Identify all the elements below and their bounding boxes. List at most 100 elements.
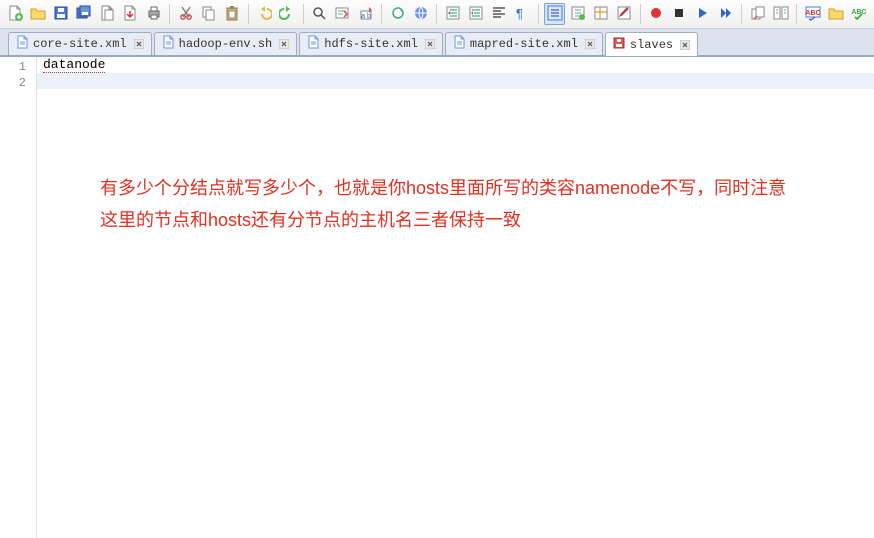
toggle-whitespace-icon: [570, 5, 586, 24]
tab-label: core-site.xml: [33, 37, 127, 51]
redo-icon: [279, 5, 295, 24]
cut-button[interactable]: [175, 3, 196, 25]
code-line[interactable]: [37, 73, 874, 89]
record-macro-button[interactable]: [646, 3, 667, 25]
save-all-icon: [76, 5, 92, 24]
tab-hdfs-site-xml[interactable]: hdfs-site.xml: [299, 32, 443, 55]
list-button[interactable]: [544, 3, 565, 25]
copy-file-button[interactable]: [97, 3, 118, 25]
goto-button[interactable]: [332, 3, 353, 25]
tab-core-site-xml[interactable]: core-site.xml: [8, 32, 152, 55]
play-fast-icon: [718, 5, 734, 24]
tab-close-icon[interactable]: [584, 38, 596, 50]
tab-mapred-site-xml[interactable]: mapred-site.xml: [445, 32, 603, 55]
edit-flag-button[interactable]: [613, 3, 634, 25]
record-macro-icon: [648, 5, 664, 24]
duplicate-button[interactable]: [747, 3, 768, 25]
print-icon: [146, 5, 162, 24]
svg-text:¶: ¶: [516, 6, 523, 21]
indent-button[interactable]: [466, 3, 487, 25]
spellcheck-button[interactable]: ABC: [802, 3, 823, 25]
open-file-icon: [30, 5, 46, 24]
toggle-bookmark-button[interactable]: a b: [355, 3, 376, 25]
toggle-bookmark-icon: a b: [358, 5, 374, 24]
code-content[interactable]: datanode: [37, 57, 874, 538]
outdent-button[interactable]: [442, 3, 463, 25]
play-macro-button[interactable]: [692, 3, 713, 25]
undo-button[interactable]: [253, 3, 274, 25]
paste-icon: [224, 5, 240, 24]
cut-icon: [178, 5, 194, 24]
copy-file-icon: [99, 5, 115, 24]
tab-label: hdfs-site.xml: [324, 37, 418, 51]
svg-text:ABC: ABC: [852, 9, 867, 16]
play-macro-icon: [694, 5, 710, 24]
refresh-icon: [390, 5, 406, 24]
toggle-grid-button[interactable]: [590, 3, 611, 25]
annotation-overlay: 有多少个分结点就写多少个，也就是你hosts里面所写的类容namenode不写，…: [100, 172, 800, 237]
tab-close-icon[interactable]: [679, 39, 691, 51]
new-file-icon: [7, 5, 23, 24]
save-button[interactable]: [50, 3, 71, 25]
spellcheck-green-button[interactable]: ABC: [849, 3, 870, 25]
import-icon: [122, 5, 138, 24]
toolbar-separator: [436, 4, 437, 24]
toolbar-separator: [248, 4, 249, 24]
list-icon: [547, 5, 563, 24]
indent-icon: [468, 5, 484, 24]
code-line[interactable]: datanode: [37, 57, 874, 73]
main-toolbar: a b ¶ ABC ABC: [0, 0, 874, 29]
toolbar-separator: [640, 4, 641, 24]
toolbar-separator: [169, 4, 170, 24]
tab-hadoop-env-sh[interactable]: hadoop-env.sh: [154, 32, 298, 55]
file-icon: [15, 35, 29, 53]
tab-close-icon[interactable]: [278, 38, 290, 50]
paste-button[interactable]: [221, 3, 242, 25]
print-button[interactable]: [143, 3, 164, 25]
tab-label: slaves: [630, 38, 673, 52]
folder-button[interactable]: [826, 3, 847, 25]
tab-slaves[interactable]: slaves: [605, 32, 698, 56]
editor-tabbar: core-site.xml hadoop-env.sh hdfs-site.xml m…: [0, 29, 874, 56]
copy-button[interactable]: [198, 3, 219, 25]
paragraph-button[interactable]: ¶: [512, 3, 533, 25]
file-icon: [161, 35, 175, 53]
align-left-icon: [491, 5, 507, 24]
file-icon: [306, 35, 320, 53]
line-number-gutter: 12: [0, 57, 37, 538]
toolbar-separator: [538, 4, 539, 24]
toolbar-separator: [303, 4, 304, 24]
toolbar-separator: [796, 4, 797, 24]
link-icon: [413, 5, 429, 24]
new-file-button[interactable]: [4, 3, 25, 25]
tab-label: hadoop-env.sh: [179, 37, 273, 51]
stop-macro-button[interactable]: [669, 3, 690, 25]
line-number: 2: [0, 75, 36, 91]
tab-close-icon[interactable]: [424, 38, 436, 50]
spellcheck-green-icon: ABC: [851, 5, 867, 24]
open-file-button[interactable]: [27, 3, 48, 25]
play-fast-button[interactable]: [715, 3, 736, 25]
svg-text:ABC: ABC: [805, 10, 820, 17]
align-left-button[interactable]: [489, 3, 510, 25]
redo-button[interactable]: [277, 3, 298, 25]
svg-text:a b: a b: [361, 13, 371, 20]
copy-icon: [201, 5, 217, 24]
link-button[interactable]: [410, 3, 431, 25]
toggle-whitespace-button[interactable]: [567, 3, 588, 25]
save-all-button[interactable]: [73, 3, 94, 25]
paragraph-icon: ¶: [514, 5, 530, 24]
save-icon: [53, 5, 69, 24]
goto-icon: [334, 5, 350, 24]
code-text: datanode: [43, 57, 105, 73]
find-icon: [311, 5, 327, 24]
annotation-text: 有多少个分结点就写多少个，也就是你hosts里面所写的类容namenode不写，…: [100, 178, 786, 230]
import-button[interactable]: [120, 3, 141, 25]
tab-close-icon[interactable]: [133, 38, 145, 50]
toolbar-separator: [381, 4, 382, 24]
find-button[interactable]: [309, 3, 330, 25]
stop-macro-icon: [671, 5, 687, 24]
compare-button[interactable]: [770, 3, 791, 25]
refresh-button[interactable]: [387, 3, 408, 25]
file-icon: [612, 36, 626, 54]
